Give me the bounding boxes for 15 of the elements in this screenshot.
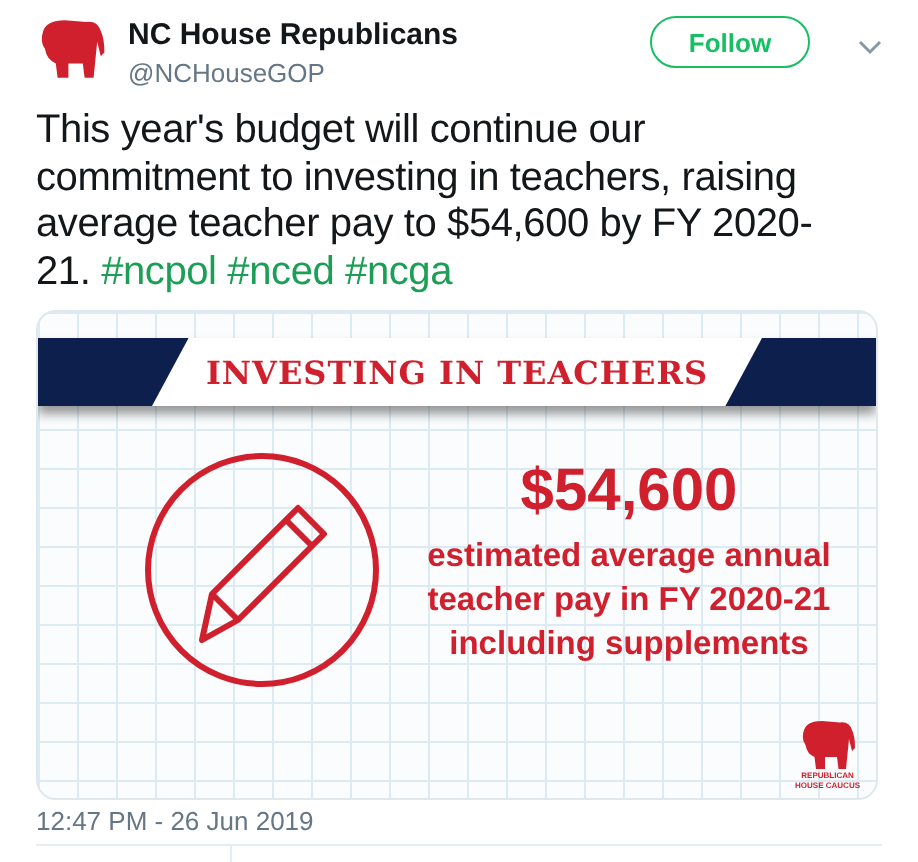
tweet-timestamp[interactable]: 12:47 PM - 26 Jun 2019 — [36, 806, 882, 836]
chevron-down-icon[interactable] — [858, 40, 882, 56]
elephant-icon — [797, 718, 858, 772]
author-name[interactable]: NC House Republicans — [128, 18, 630, 52]
hashtag-link[interactable]: #ncga — [345, 249, 453, 293]
amount-caption: estimated average annual teacher pay in FY 2020-21 including supplements — [427, 536, 831, 666]
pencil-icon — [142, 450, 382, 690]
banner-title: INVESTING IN TEACHERS — [152, 338, 762, 406]
avatar-icon[interactable] — [36, 16, 108, 82]
hashtag-link[interactable]: #ncpol — [101, 249, 217, 293]
amount-heading: $54,600 — [520, 458, 738, 526]
follow-button[interactable]: Follow — [650, 16, 810, 68]
tweet-text: This year's budget will continue our commitment to investing in teachers, raising average teacher pay to $54,600 by FY 2020-21. #ncpol #nced #ncga — [36, 108, 815, 296]
author-handle[interactable]: @NCHouseGOP — [128, 58, 630, 88]
hashtag-link[interactable]: #nced — [227, 249, 335, 293]
